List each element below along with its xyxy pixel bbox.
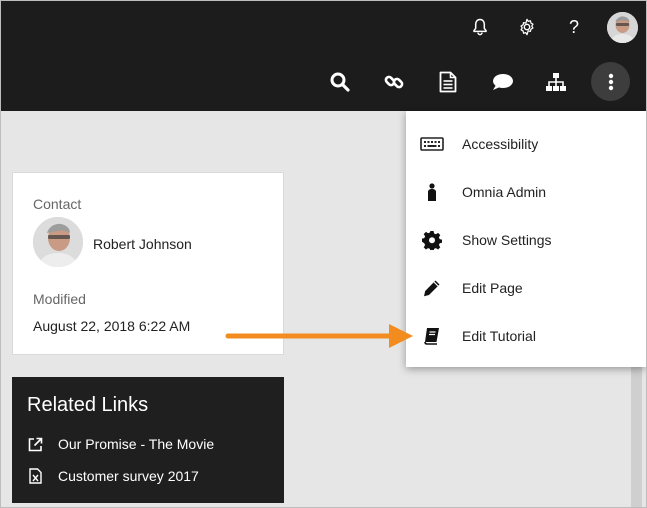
menu-item-label: Edit Page xyxy=(462,280,523,296)
bell-icon[interactable] xyxy=(469,16,491,38)
related-link-item[interactable]: Our Promise - The Movie xyxy=(27,434,214,454)
gear-icon xyxy=(420,228,444,252)
gear-icon[interactable] xyxy=(515,15,539,39)
contact-label: Contact xyxy=(33,196,82,212)
book-icon xyxy=(420,324,444,348)
link-icon[interactable] xyxy=(382,70,406,94)
menu-item-label: Edit Tutorial xyxy=(462,328,536,344)
menu-item-label: Omnia Admin xyxy=(462,184,547,200)
top-bar: ? xyxy=(1,1,646,111)
menu-item-omnia-admin[interactable]: Omnia Admin xyxy=(406,168,646,216)
person-icon xyxy=(420,180,444,204)
search-icon[interactable] xyxy=(328,70,352,94)
help-icon[interactable]: ? xyxy=(563,15,585,39)
sitemap-icon[interactable] xyxy=(543,70,569,94)
excel-file-icon xyxy=(27,468,43,484)
related-link-label: Customer survey 2017 xyxy=(58,468,199,484)
related-links-title: Related Links xyxy=(27,394,149,416)
related-link-label: Our Promise - The Movie xyxy=(58,436,215,452)
comment-icon[interactable] xyxy=(490,70,516,94)
menu-item-accessibility[interactable]: Accessibility xyxy=(406,120,646,168)
menu-item-edit-tutorial[interactable]: Edit Tutorial xyxy=(406,312,646,360)
modified-date: August 22, 2018 6:22 AM xyxy=(33,318,191,334)
related-links-panel: Related Links Our Promise - The Movie Cu… xyxy=(12,377,284,503)
menu-item-edit-page[interactable]: Edit Page xyxy=(406,264,646,312)
pencil-icon xyxy=(420,276,444,300)
user-avatar[interactable] xyxy=(607,12,638,43)
help-label: ? xyxy=(568,16,579,37)
contact-name[interactable]: Robert Johnson xyxy=(93,236,192,252)
contact-avatar[interactable] xyxy=(33,217,83,267)
more-options-button[interactable] xyxy=(591,62,630,101)
menu-item-label: Show Settings xyxy=(462,232,552,248)
related-link-item[interactable]: Customer survey 2017 xyxy=(27,466,199,486)
document-icon[interactable] xyxy=(436,69,460,95)
more-options-menu: Accessibility Omnia Admin Show Settings xyxy=(406,111,646,367)
modified-label: Modified xyxy=(33,291,86,307)
external-link-icon xyxy=(27,436,43,452)
keyboard-icon xyxy=(420,132,444,156)
annotation-arrow xyxy=(225,324,413,348)
scrollbar[interactable] xyxy=(631,353,642,507)
app-window: ? Contact Robert Johnson Modified August… xyxy=(0,0,647,508)
menu-item-show-settings[interactable]: Show Settings xyxy=(406,216,646,264)
more-vertical-icon xyxy=(591,62,630,101)
menu-item-label: Accessibility xyxy=(462,136,539,152)
